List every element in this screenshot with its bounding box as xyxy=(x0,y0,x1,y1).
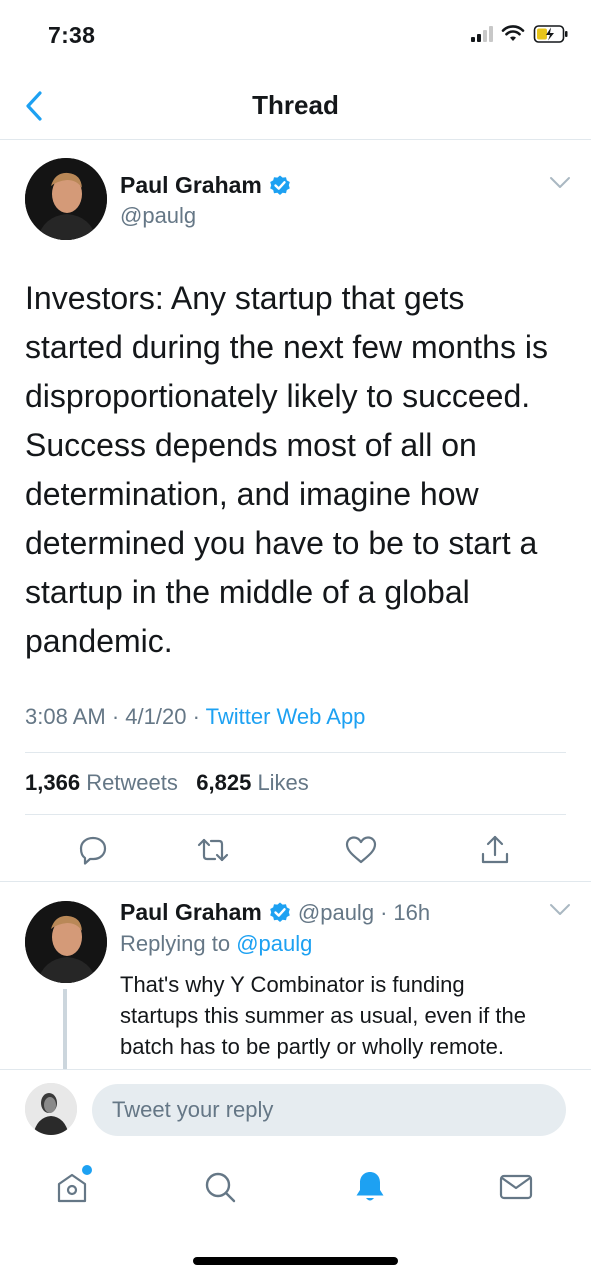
tweet-menu-button[interactable] xyxy=(549,176,571,195)
divider xyxy=(25,814,566,815)
tab-messages[interactable] xyxy=(494,1165,538,1209)
likes-stat[interactable]: 6,825 Likes xyxy=(196,770,309,795)
page-title: Thread xyxy=(252,90,339,120)
reply-icon xyxy=(79,836,107,865)
battery-icon xyxy=(533,25,568,43)
likes-count: 6,825 xyxy=(196,770,252,795)
retweets-count: 1,366 xyxy=(25,770,81,795)
reply-composer xyxy=(0,1069,591,1151)
reply-input[interactable] xyxy=(92,1084,566,1136)
tweet-source-link[interactable]: Twitter Web App xyxy=(206,704,366,729)
share-icon xyxy=(481,835,509,864)
tweet-stats: 1,366 Retweets 6,825 Likes xyxy=(25,770,309,796)
main-tweet: Paul Graham @paulg Investors: Any startu… xyxy=(0,140,591,882)
verified-badge-icon xyxy=(270,175,290,195)
divider xyxy=(25,752,566,753)
like-icon xyxy=(345,836,377,864)
thread-line xyxy=(63,989,67,1069)
chevron-down-icon xyxy=(550,177,570,188)
signal-icon xyxy=(471,26,493,42)
wifi-icon xyxy=(501,25,525,41)
tweet-actions xyxy=(25,830,566,870)
reply-menu-button[interactable] xyxy=(549,903,571,922)
reply-header: Paul Graham @paulg · 16h xyxy=(120,899,430,926)
retweets-stat[interactable]: 1,366 Retweets xyxy=(25,770,178,795)
verified-badge-icon xyxy=(270,902,290,922)
notifications-icon xyxy=(356,1172,384,1201)
meta-separator: · xyxy=(111,704,126,729)
tab-notifications[interactable] xyxy=(348,1165,392,1209)
reply-author-name[interactable]: Paul Graham xyxy=(120,899,262,926)
tweet-meta: 3:08 AM · 4/1/20 · Twitter Web App xyxy=(25,704,365,730)
tweet-text: Investors: Any startup that gets started… xyxy=(25,280,548,659)
author-name[interactable]: Paul Graham xyxy=(120,172,262,199)
current-user-avatar[interactable] xyxy=(25,1083,77,1135)
home-notification-dot xyxy=(82,1165,92,1175)
search-icon xyxy=(205,1172,236,1203)
replying-label: Replying to xyxy=(120,931,231,956)
tab-home[interactable] xyxy=(50,1165,94,1209)
author-handle: @paulg xyxy=(120,203,197,228)
like-button[interactable] xyxy=(341,830,381,870)
reply-tweet[interactable]: Paul Graham @paulg · 16h Replying to @pa… xyxy=(0,883,591,1069)
replying-to: Replying to @paulg xyxy=(120,931,312,957)
status-time: 7:38 xyxy=(48,22,96,48)
status-bar: 7:38 xyxy=(0,0,591,70)
home-indicator[interactable] xyxy=(193,1257,398,1265)
author-avatar[interactable] xyxy=(25,158,107,240)
retweet-icon xyxy=(197,838,229,862)
share-button[interactable] xyxy=(475,830,515,870)
nav-bar: Thread xyxy=(0,70,591,140)
meta-separator: · xyxy=(380,899,388,925)
author-block: Paul Graham @paulg xyxy=(120,172,292,229)
retweet-button[interactable] xyxy=(193,830,233,870)
tab-search[interactable] xyxy=(198,1165,242,1209)
reply-text: That's why Y Combinator is funding start… xyxy=(120,972,526,1069)
messages-icon xyxy=(499,1174,533,1200)
meta-separator: · xyxy=(192,704,206,729)
tweet-date: 4/1/20 xyxy=(125,704,187,729)
author-name-row: Paul Graham xyxy=(120,172,292,199)
reply-author-handle: @paulg xyxy=(297,899,375,925)
likes-label: Likes xyxy=(257,770,309,795)
retweets-label: Retweets xyxy=(86,770,178,795)
chevron-down-icon xyxy=(550,904,570,915)
reply-age: 16h xyxy=(393,899,431,925)
reply-author-avatar[interactable] xyxy=(25,901,107,983)
tweet-time: 3:08 AM xyxy=(25,704,106,729)
status-icons xyxy=(471,24,569,44)
tab-bar xyxy=(0,1151,591,1231)
reply-button[interactable] xyxy=(73,830,113,870)
replying-to-link[interactable]: @paulg xyxy=(236,931,312,956)
